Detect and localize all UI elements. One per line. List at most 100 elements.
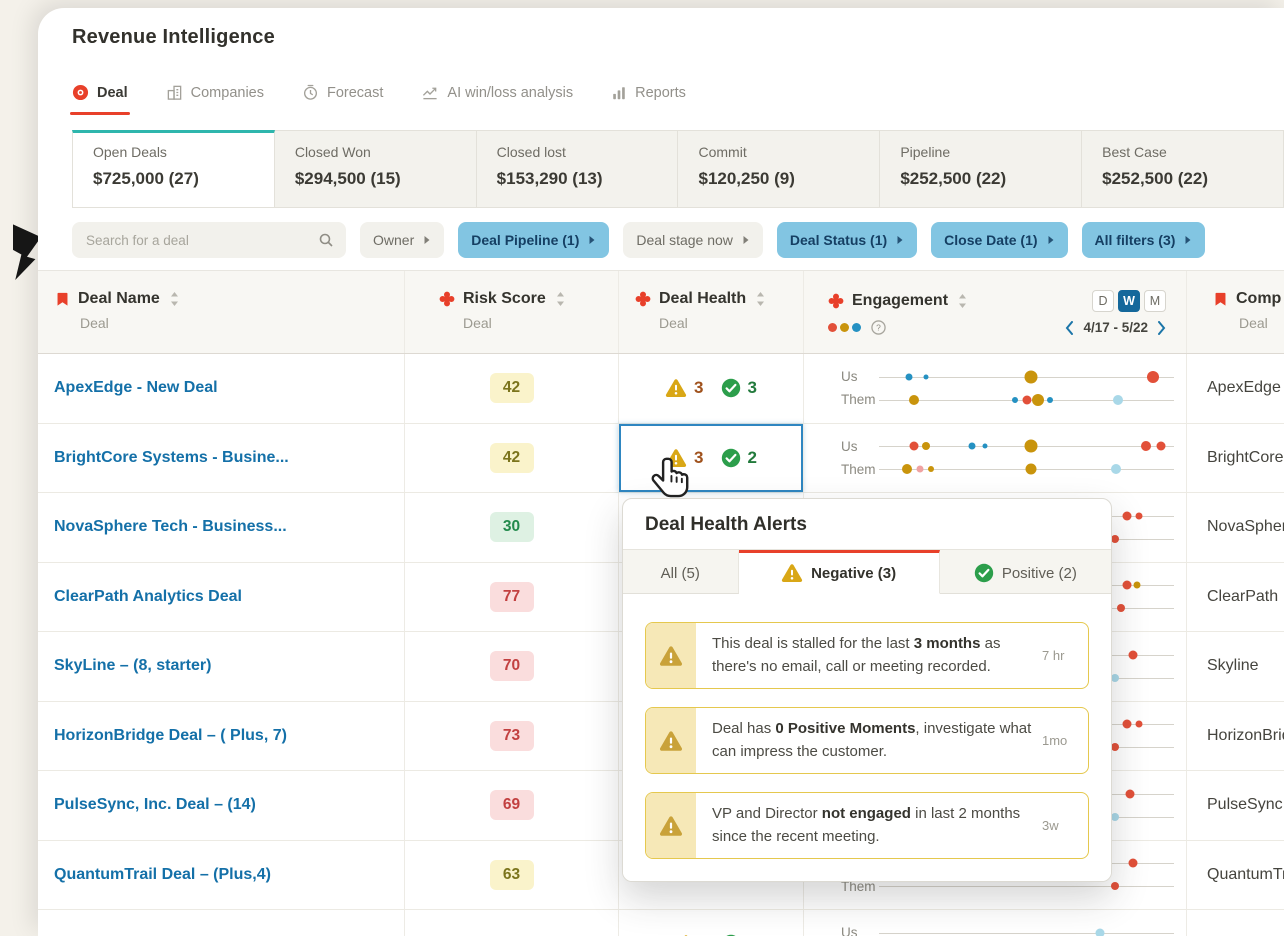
engagement-dot xyxy=(1111,812,1119,821)
engagement-row-label: Us xyxy=(841,438,858,454)
table-header: Deal Name Deal Risk Score Deal Deal Heal… xyxy=(38,270,1284,354)
search-input[interactable] xyxy=(84,231,310,249)
page-title: Revenue Intelligence xyxy=(72,26,275,48)
sort-icon[interactable] xyxy=(756,292,765,306)
engagement-timeline xyxy=(879,926,1174,936)
company-name: NovaSphere xyxy=(1207,518,1284,536)
deal-health-cell[interactable] xyxy=(618,910,803,936)
summary-card-closed-lost[interactable]: Closed lost $153,290 (13) xyxy=(476,130,679,208)
summary-card-pipeline[interactable]: Pipeline $252,500 (22) xyxy=(880,130,1083,208)
period-button-w[interactable]: W xyxy=(1118,290,1140,312)
engagement-row-label: Us xyxy=(841,925,858,936)
bookmark-icon xyxy=(1213,291,1228,307)
company-name: QuantumTrail xyxy=(1207,865,1284,883)
engagement-row: Them xyxy=(841,392,1174,408)
deal-name-link[interactable]: QuantumTrail Deal – (Plus,4) xyxy=(54,866,271,884)
check-icon xyxy=(721,448,741,468)
bookmark-icon xyxy=(55,291,70,307)
caret-right-icon xyxy=(423,235,431,245)
engagement-dot xyxy=(1111,464,1122,475)
engagement-timeline xyxy=(879,393,1174,407)
deal-name-link[interactable]: PulseSync, Inc. Deal – (14) xyxy=(54,796,256,814)
engagement-row-label: Them xyxy=(841,461,876,477)
engagement-dot xyxy=(1112,394,1123,405)
filter-chip-close-date[interactable]: Close Date (1) xyxy=(931,222,1068,258)
engagement-dot xyxy=(922,442,931,451)
column-header-deal-name[interactable]: Deal Name Deal xyxy=(38,271,404,353)
nav-tab-label: Forecast xyxy=(326,84,384,101)
nav-tab-reports[interactable]: Reports xyxy=(611,84,686,115)
period-button-d[interactable]: D xyxy=(1092,290,1114,312)
company-cell: NovaSphere xyxy=(1186,493,1284,562)
deal-name-link[interactable]: SkyLine – (8, starter) xyxy=(54,657,211,675)
filter-chip-label: All filters (3) xyxy=(1094,232,1176,248)
summary-card-open-deals[interactable]: Open Deals $725,000 (27) xyxy=(72,130,275,208)
chevron-right-icon[interactable] xyxy=(1157,320,1166,335)
popup-tab-positive[interactable]: Positive (2) xyxy=(939,550,1111,594)
company-name: PulseSync xyxy=(1207,796,1283,814)
nav-tab-label: AI win/loss analysis xyxy=(447,84,574,101)
sort-icon[interactable] xyxy=(170,292,179,306)
column-header-company[interactable]: Comp Deal xyxy=(1186,271,1284,353)
sort-icon[interactable] xyxy=(556,292,565,306)
filter-chip-deal-pipeline[interactable]: Deal Pipeline (1) xyxy=(458,222,610,258)
column-header-engagement[interactable]: Engagement DWM ? 4/17 - 5/22 xyxy=(803,271,1186,353)
filter-chip-deal-stage-now[interactable]: Deal stage now xyxy=(623,222,763,258)
engagement-dot xyxy=(1128,858,1138,868)
deal-name-link[interactable]: BrightCore Systems - Busine... xyxy=(54,449,289,467)
filter-chip-label: Deal Status (1) xyxy=(789,232,888,248)
nav-tab-label: Deal xyxy=(97,84,128,101)
engagement-dot xyxy=(1156,441,1166,451)
nav-tab-deal[interactable]: Deal xyxy=(70,84,130,115)
card-value: $252,500 (22) xyxy=(900,169,1007,188)
deal-name-link[interactable]: ApexEdge - New Deal xyxy=(54,379,218,397)
column-header-risk-score[interactable]: Risk Score Deal xyxy=(404,271,618,353)
risk-score-cell: 73 xyxy=(404,701,618,770)
nav-tab-forecast[interactable]: Forecast xyxy=(302,84,383,115)
warning-icon xyxy=(646,793,696,858)
deal-name-link[interactable]: ClearPath Analytics Deal xyxy=(54,588,242,606)
filter-chip-all-filters[interactable]: All filters (3) xyxy=(1081,222,1206,258)
deal-search[interactable] xyxy=(72,222,346,258)
warning-icon xyxy=(646,708,696,773)
deal-name-cell: ApexEdge - New Deal xyxy=(38,354,404,423)
summary-card-best-case[interactable]: Best Case $252,500 (22) xyxy=(1082,130,1284,208)
summary-card-commit[interactable]: Commit $120,250 (9) xyxy=(678,130,881,208)
company-cell: ApexEdge xyxy=(1186,354,1284,423)
chevron-left-icon[interactable] xyxy=(1065,320,1074,335)
table-row[interactable]: UsThem xyxy=(38,910,1284,936)
engagement-dot xyxy=(1122,719,1132,729)
deal-name-cell: ClearPath Analytics Deal xyxy=(38,563,404,632)
filter-chip-owner[interactable]: Owner xyxy=(360,222,445,258)
deal-health-cell[interactable]: 33 xyxy=(618,354,803,423)
engagement-dot xyxy=(905,373,912,381)
sort-icon[interactable] xyxy=(958,294,967,308)
caret-right-icon xyxy=(742,235,750,245)
summary-card-closed-won[interactable]: Closed Won $294,500 (15) xyxy=(274,130,477,208)
engagement-dot xyxy=(902,464,913,475)
column-header-deal-health[interactable]: Deal Health Deal xyxy=(618,271,803,353)
risk-score-badge: 42 xyxy=(489,442,534,473)
caret-right-icon xyxy=(896,235,904,245)
engagement-dot xyxy=(1116,604,1125,613)
engagement-dot xyxy=(1032,393,1045,406)
risk-score-badge: 30 xyxy=(489,512,534,543)
deal-name-link[interactable]: NovaSphere Tech - Business... xyxy=(54,518,287,536)
legend-dot-red xyxy=(828,323,837,332)
nav-tab-companies[interactable]: Companies xyxy=(166,84,264,115)
card-value: $153,290 (13) xyxy=(496,169,603,188)
deal-name-link[interactable]: HorizonBridge Deal – ( Plus, 7) xyxy=(54,727,287,745)
filter-chip-deal-status[interactable]: Deal Status (1) xyxy=(776,222,918,258)
engagement-dot xyxy=(916,465,924,473)
nav-tab-ai-win-loss-analysis[interactable]: AI win/loss analysis xyxy=(421,84,573,115)
table-row[interactable]: ApexEdge - New Deal 42 3 3 Us Them ApexEdge xyxy=(38,354,1284,424)
deal-name-cell xyxy=(38,910,404,936)
card-label: Closed Won xyxy=(294,144,371,160)
risk-score-badge: 73 xyxy=(489,720,534,751)
help-icon[interactable]: ? xyxy=(871,320,886,335)
company-cell: BrightCore xyxy=(1186,423,1284,492)
period-button-m[interactable]: M xyxy=(1144,290,1166,312)
deal-health-cell[interactable]: 32 xyxy=(618,423,803,492)
popup-tab-all[interactable]: All (5) xyxy=(623,550,739,594)
popup-tab-negative[interactable]: Negative (3) xyxy=(738,550,940,594)
